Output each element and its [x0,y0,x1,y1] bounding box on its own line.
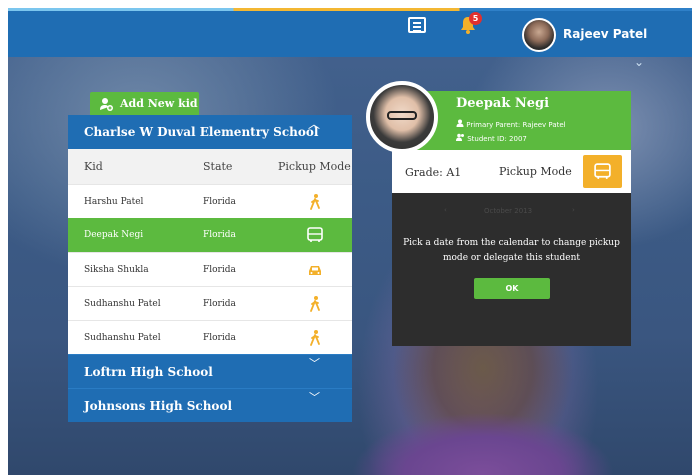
car-icon [309,266,321,275]
chevron-down-icon[interactable]: ﹀ [309,389,320,405]
add-user-icon [100,98,113,111]
student-name: Deepak Negi [456,96,550,111]
walk-icon [310,194,320,210]
walk-icon [310,296,320,312]
primary-parent: Primary Parent: Rajeev Patel [456,119,566,129]
newspaper-icon[interactable] [408,17,426,33]
user-icon [456,119,464,127]
pickup-mode-label: Pickup Mode [499,165,572,178]
ok-button[interactable]: OK [474,278,550,299]
prev-month-icon[interactable]: ‹ [444,206,447,214]
kid-state: Florida [203,265,236,275]
kid-state: Florida [203,299,236,309]
users-icon [456,133,464,141]
avatar[interactable] [522,18,556,52]
school-name: Loftrn High School [84,365,213,379]
student-avatar [366,81,438,153]
pickup-mode-button[interactable] [583,155,622,188]
grade-row: Grade: A1 Pickup Mode [392,150,631,193]
kid-name: Sudhanshu Patel [84,333,161,343]
background-shirt [353,413,613,475]
notification-badge: 5 [469,12,482,25]
kid-name: Harshu Patel [84,197,144,207]
school-name: Johnsons High School [84,399,233,413]
school-panel: Charlse W Duval Elementry School ︿ Kid S… [68,115,352,422]
calendar-message: Pick a date from the calendar to change … [403,238,620,263]
table-row[interactable]: Siksha Shukla Florida [68,252,352,286]
user-name[interactable]: Rajeev Patel [563,27,647,41]
column-header-kid: Kid [84,160,103,173]
chevron-up-icon[interactable]: ︿ [308,115,320,132]
chevron-down-icon[interactable]: ﹀ [309,355,320,371]
table-row[interactable]: Deepak Negi Florida [68,218,352,252]
kid-name: Siksha Shukla [84,265,149,275]
school-header[interactable]: Charlse W Duval Elementry School ︿ [68,115,352,149]
bus-icon [594,163,611,179]
calendar-popup: ‹ October 2013 › Pick a date from the ca… [392,193,631,346]
column-header-state: State [203,160,233,173]
add-kid-label: Add New kid [120,97,198,110]
kid-table: Kid State Pickup Mode Harshu Patel Flori… [68,149,352,354]
school-header[interactable]: Johnsons High School ﹀ [68,388,352,422]
kid-name: Deepak Negi [84,230,144,240]
kid-name: Sudhanshu Patel [84,299,161,309]
student-id: Student ID: 2007 [456,133,527,143]
walk-icon [310,330,320,346]
table-row[interactable]: Sudhanshu Patel Florida [68,320,352,354]
kid-state: Florida [203,230,236,240]
kid-state: Florida [203,197,236,207]
column-header-pickup-mode: Pickup Mode [278,160,351,173]
add-kid-button[interactable]: Add New kid [90,92,199,116]
school-name: Charlse W Duval Elementry School [84,125,319,139]
table-row[interactable]: Sudhanshu Patel Florida [68,286,352,320]
kid-state: Florida [203,333,236,343]
calendar-month: October 2013 [484,207,533,215]
bus-icon [307,227,323,242]
table-header: Kid State Pickup Mode [68,149,352,184]
table-row[interactable]: Harshu Patel Florida [68,184,352,218]
glasses-detail [387,111,417,120]
chevron-down-icon[interactable]: ⌄ [634,55,644,69]
student-id-text: Student ID: 2007 [467,135,527,143]
primary-parent-text: Primary Parent: Rajeev Patel [466,121,566,129]
grade-label: Grade: A1 [405,166,462,179]
school-header[interactable]: Loftrn High School ﹀ [68,354,352,388]
next-month-icon[interactable]: › [572,206,575,214]
